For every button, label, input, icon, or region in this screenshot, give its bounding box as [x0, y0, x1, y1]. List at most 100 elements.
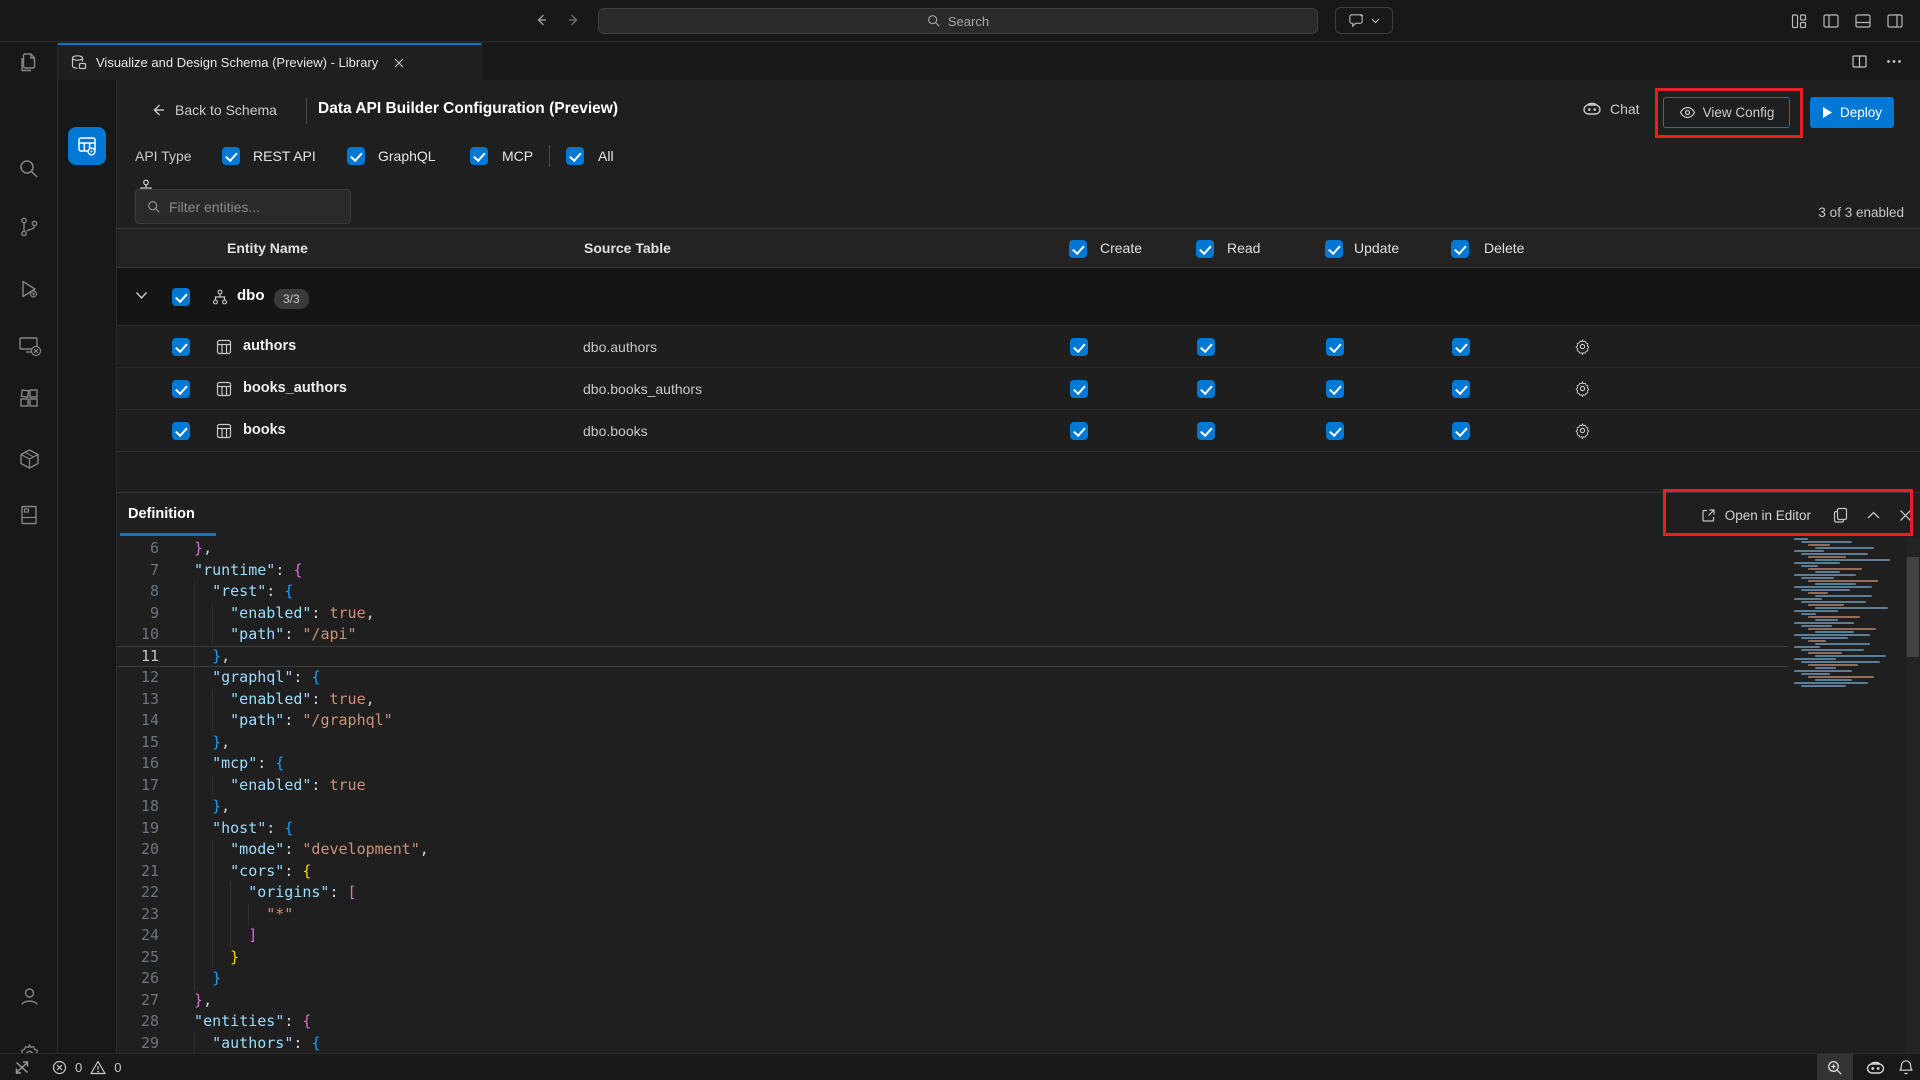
- row-settings-gear-icon[interactable]: [1574, 422, 1591, 439]
- checkbox-create-all[interactable]: [1069, 240, 1087, 258]
- code-line-12[interactable]: 12 "graphql": {: [117, 667, 1788, 689]
- editor-scrollbar-thumb[interactable]: [1907, 557, 1919, 657]
- explorer-icon[interactable]: [17, 51, 41, 75]
- checkbox-read[interactable]: [1197, 338, 1215, 356]
- code-line-28[interactable]: 28 "entities": {: [117, 1011, 1788, 1033]
- split-editor-icon[interactable]: [1851, 53, 1868, 70]
- toggle-secondary-sidebar-icon[interactable]: [1886, 12, 1904, 30]
- errors-icon[interactable]: [52, 1060, 67, 1075]
- table-row-authors[interactable]: authors dbo.authors: [117, 326, 1920, 368]
- zoom-status-button[interactable]: [1817, 1054, 1853, 1080]
- table-row-books-authors[interactable]: books_authors dbo.books_authors: [117, 368, 1920, 410]
- table-row-books[interactable]: books dbo.books: [117, 410, 1920, 452]
- run-debug-icon[interactable]: [17, 277, 41, 301]
- checkbox-read[interactable]: [1197, 380, 1215, 398]
- close-panel-icon[interactable]: [1899, 509, 1912, 522]
- checkbox-mcp[interactable]: [470, 147, 488, 165]
- checkbox-update-all[interactable]: [1325, 240, 1343, 258]
- checkbox-rest-api[interactable]: [222, 147, 240, 165]
- extensions-icon[interactable]: [17, 387, 41, 411]
- table-designer-button[interactable]: [68, 127, 106, 165]
- code-line-29[interactable]: 29 "authors": {: [117, 1033, 1788, 1054]
- containers-icon[interactable]: [17, 447, 41, 471]
- source-control-icon[interactable]: [17, 215, 41, 239]
- more-actions-icon[interactable]: [1886, 59, 1902, 64]
- remote-explorer-icon[interactable]: [17, 333, 41, 357]
- checkbox-update[interactable]: [1326, 338, 1344, 356]
- code-line-16[interactable]: 16 "mcp": {: [117, 753, 1788, 775]
- tab-visualize-design-schema[interactable]: Visualize and Design Schema (Preview) - …: [58, 43, 482, 80]
- checkbox-delete[interactable]: [1452, 380, 1470, 398]
- code-line-26[interactable]: 26 }: [117, 968, 1788, 990]
- code-line-21[interactable]: 21 "cors": {: [117, 861, 1788, 883]
- copy-icon[interactable]: [1833, 507, 1848, 523]
- row-settings-gear-icon[interactable]: [1574, 338, 1591, 355]
- checkbox-row[interactable]: [172, 380, 190, 398]
- minimap[interactable]: [1788, 538, 1906, 708]
- filter-entities-input[interactable]: Filter entities...: [135, 189, 351, 224]
- code-line-17[interactable]: 17 "enabled": true: [117, 775, 1788, 797]
- code-line-23[interactable]: 23 "*": [117, 904, 1788, 926]
- chevron-expand-icon[interactable]: [135, 291, 148, 300]
- code-line-6[interactable]: 6 },: [117, 538, 1788, 560]
- checkbox-graphql[interactable]: [347, 147, 365, 165]
- checkbox-update[interactable]: [1326, 380, 1344, 398]
- code-line-10[interactable]: 10 "path": "/api": [117, 624, 1788, 646]
- checkbox-delete-all[interactable]: [1451, 240, 1469, 258]
- collapse-panel-icon[interactable]: [1867, 511, 1880, 519]
- search-input[interactable]: Search: [598, 8, 1318, 34]
- code-line-15[interactable]: 15 },: [117, 732, 1788, 754]
- checkbox-create[interactable]: [1070, 422, 1088, 440]
- group-name: dbo: [237, 287, 265, 304]
- checkbox-update[interactable]: [1326, 422, 1344, 440]
- chat-button[interactable]: Chat: [1582, 100, 1640, 118]
- code-line-14[interactable]: 14 "path": "/graphql": [117, 710, 1788, 732]
- toggle-panel-icon[interactable]: [1854, 12, 1872, 30]
- checkbox-create[interactable]: [1070, 380, 1088, 398]
- activity-bar: [0, 43, 58, 1053]
- remote-indicator-icon[interactable]: [14, 1060, 30, 1075]
- nav-forward-icon[interactable]: [566, 12, 582, 28]
- code-line-20[interactable]: 20 "mode": "development",: [117, 839, 1788, 861]
- code-line-25[interactable]: 25 }: [117, 947, 1788, 969]
- code-line-27[interactable]: 27 },: [117, 990, 1788, 1012]
- checkbox-all[interactable]: [566, 147, 584, 165]
- checkbox-delete[interactable]: [1452, 422, 1470, 440]
- customize-layout-icon[interactable]: [1790, 12, 1808, 30]
- back-to-schema-button[interactable]: Back to Schema: [150, 102, 277, 118]
- code-line-22[interactable]: 22 "origins": [: [117, 882, 1788, 904]
- account-icon[interactable]: [17, 984, 41, 1008]
- nav-back-icon[interactable]: [533, 12, 549, 28]
- checkbox-group-dbo[interactable]: [172, 288, 190, 306]
- checkbox-create[interactable]: [1070, 338, 1088, 356]
- code-line-11[interactable]: 11 },: [117, 646, 1788, 668]
- checkbox-delete[interactable]: [1452, 338, 1470, 356]
- code-line-8[interactable]: 8 "rest": {: [117, 581, 1788, 603]
- tab-close-icon[interactable]: [393, 57, 405, 69]
- view-config-button[interactable]: View Config: [1663, 97, 1790, 128]
- warnings-count: 0: [114, 1060, 121, 1075]
- row-settings-gear-icon[interactable]: [1574, 380, 1591, 397]
- checkbox-row[interactable]: [172, 338, 190, 356]
- database-projects-icon[interactable]: [17, 503, 41, 527]
- code-line-19[interactable]: 19 "host": {: [117, 818, 1788, 840]
- schema-group-row-dbo[interactable]: dbo 3/3: [117, 268, 1920, 326]
- toggle-sidebar-icon[interactable]: [1822, 12, 1840, 30]
- notifications-bell-icon[interactable]: [1898, 1059, 1914, 1076]
- copilot-status-icon[interactable]: [1865, 1059, 1886, 1077]
- warnings-icon[interactable]: [90, 1060, 106, 1075]
- checkbox-row[interactable]: [172, 422, 190, 440]
- deploy-button[interactable]: Deploy: [1810, 97, 1894, 128]
- checkbox-read[interactable]: [1197, 422, 1215, 440]
- code-line-7[interactable]: 7 "runtime": {: [117, 560, 1788, 582]
- search-sidebar-icon[interactable]: [17, 157, 41, 181]
- definition-code-editor[interactable]: 6 },7 "runtime": {8 "rest": {9 "enabled"…: [117, 537, 1920, 1053]
- code-line-18[interactable]: 18 },: [117, 796, 1788, 818]
- chat-label: Chat: [1610, 101, 1640, 117]
- code-line-13[interactable]: 13 "enabled": true,: [117, 689, 1788, 711]
- checkbox-read-all[interactable]: [1196, 240, 1214, 258]
- copilot-chat-button[interactable]: [1335, 7, 1393, 34]
- open-in-editor-button[interactable]: Open in Editor: [1701, 508, 1811, 523]
- code-line-24[interactable]: 24 ]: [117, 925, 1788, 947]
- code-line-9[interactable]: 9 "enabled": true,: [117, 603, 1788, 625]
